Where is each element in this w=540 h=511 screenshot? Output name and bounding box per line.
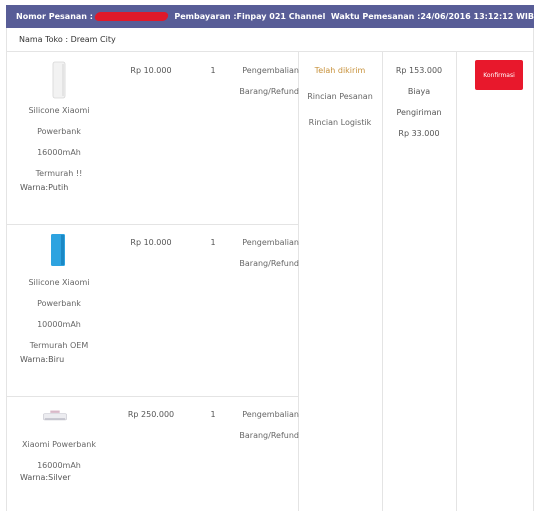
order-header: Nomor Pesanan : Pembayaran :Finpay 021 C… — [6, 5, 534, 28]
product-color: Warna:Putih — [20, 183, 69, 192]
order-table: Silicone Xiaomi Powerbank 16000mAh Termu… — [6, 51, 534, 511]
shipping-cost: Rp 33.000 — [398, 129, 440, 138]
product-thumbnail[interactable] — [45, 232, 73, 268]
product-quantity: 1 — [210, 66, 216, 75]
product-price: Rp 10.000 — [130, 238, 172, 247]
product-price: Rp 250.000 — [127, 410, 175, 419]
order-item-row: Silicone Xiaomi Powerbank 10000mAh Termu… — [7, 224, 299, 396]
order-item-row: Xiaomi Powerbank 16000mAh Warna:Silver R… — [7, 396, 299, 511]
order-total: Rp 153.000 — [395, 66, 443, 75]
product-name[interactable]: Xiaomi Powerbank 16000mAh — [7, 434, 111, 476]
shipping-label: Pengiriman — [396, 108, 442, 117]
product-color: Warna:Biru — [20, 355, 65, 364]
product-thumbnail[interactable] — [45, 60, 73, 100]
product-quantity: 1 — [210, 238, 216, 247]
product-price: Rp 10.000 — [130, 66, 172, 75]
refund-link[interactable]: Pengembalian Barang/Refund — [229, 404, 299, 446]
refund-link[interactable]: Pengembalian Barang/Refund — [229, 60, 299, 102]
confirm-button[interactable]: Konfirmasi — [475, 60, 523, 90]
product-name[interactable]: Silicone Xiaomi Powerbank 10000mAh Termu… — [7, 272, 111, 356]
refund-link[interactable]: Pengembalian Barang/Refund — [229, 232, 299, 274]
shipping-label: Biaya — [407, 87, 431, 96]
product-color: Warna:Silver — [20, 473, 71, 482]
store-name: Nama Toko : Dream City — [19, 35, 116, 44]
order-time: Waktu Pemesanan :24/06/2016 13:12:12 WIB — [330, 12, 534, 21]
redacted-order-number — [94, 12, 170, 21]
order-item-row: Silicone Xiaomi Powerbank 16000mAh Termu… — [7, 52, 299, 224]
totals-column: Rp 153.000 Biaya Pengiriman Rp 33.000 — [382, 52, 456, 144]
shipping-status: Telah dikirim — [314, 66, 366, 75]
product-name[interactable]: Silicone Xiaomi Powerbank 16000mAh Termu… — [7, 100, 111, 184]
logistic-detail-link[interactable]: Rincian Logistik — [298, 118, 382, 127]
divider — [456, 52, 457, 511]
payment-method: Pembayaran :Finpay 021 Channel — [174, 12, 326, 21]
order-number-label: Nomor Pesanan : — [16, 12, 93, 21]
store-name-row: Nama Toko : Dream City — [6, 28, 534, 51]
product-quantity: 1 — [210, 410, 216, 419]
product-thumbnail[interactable] — [41, 404, 69, 428]
order-detail-link[interactable]: Rincian Pesanan — [298, 92, 382, 101]
